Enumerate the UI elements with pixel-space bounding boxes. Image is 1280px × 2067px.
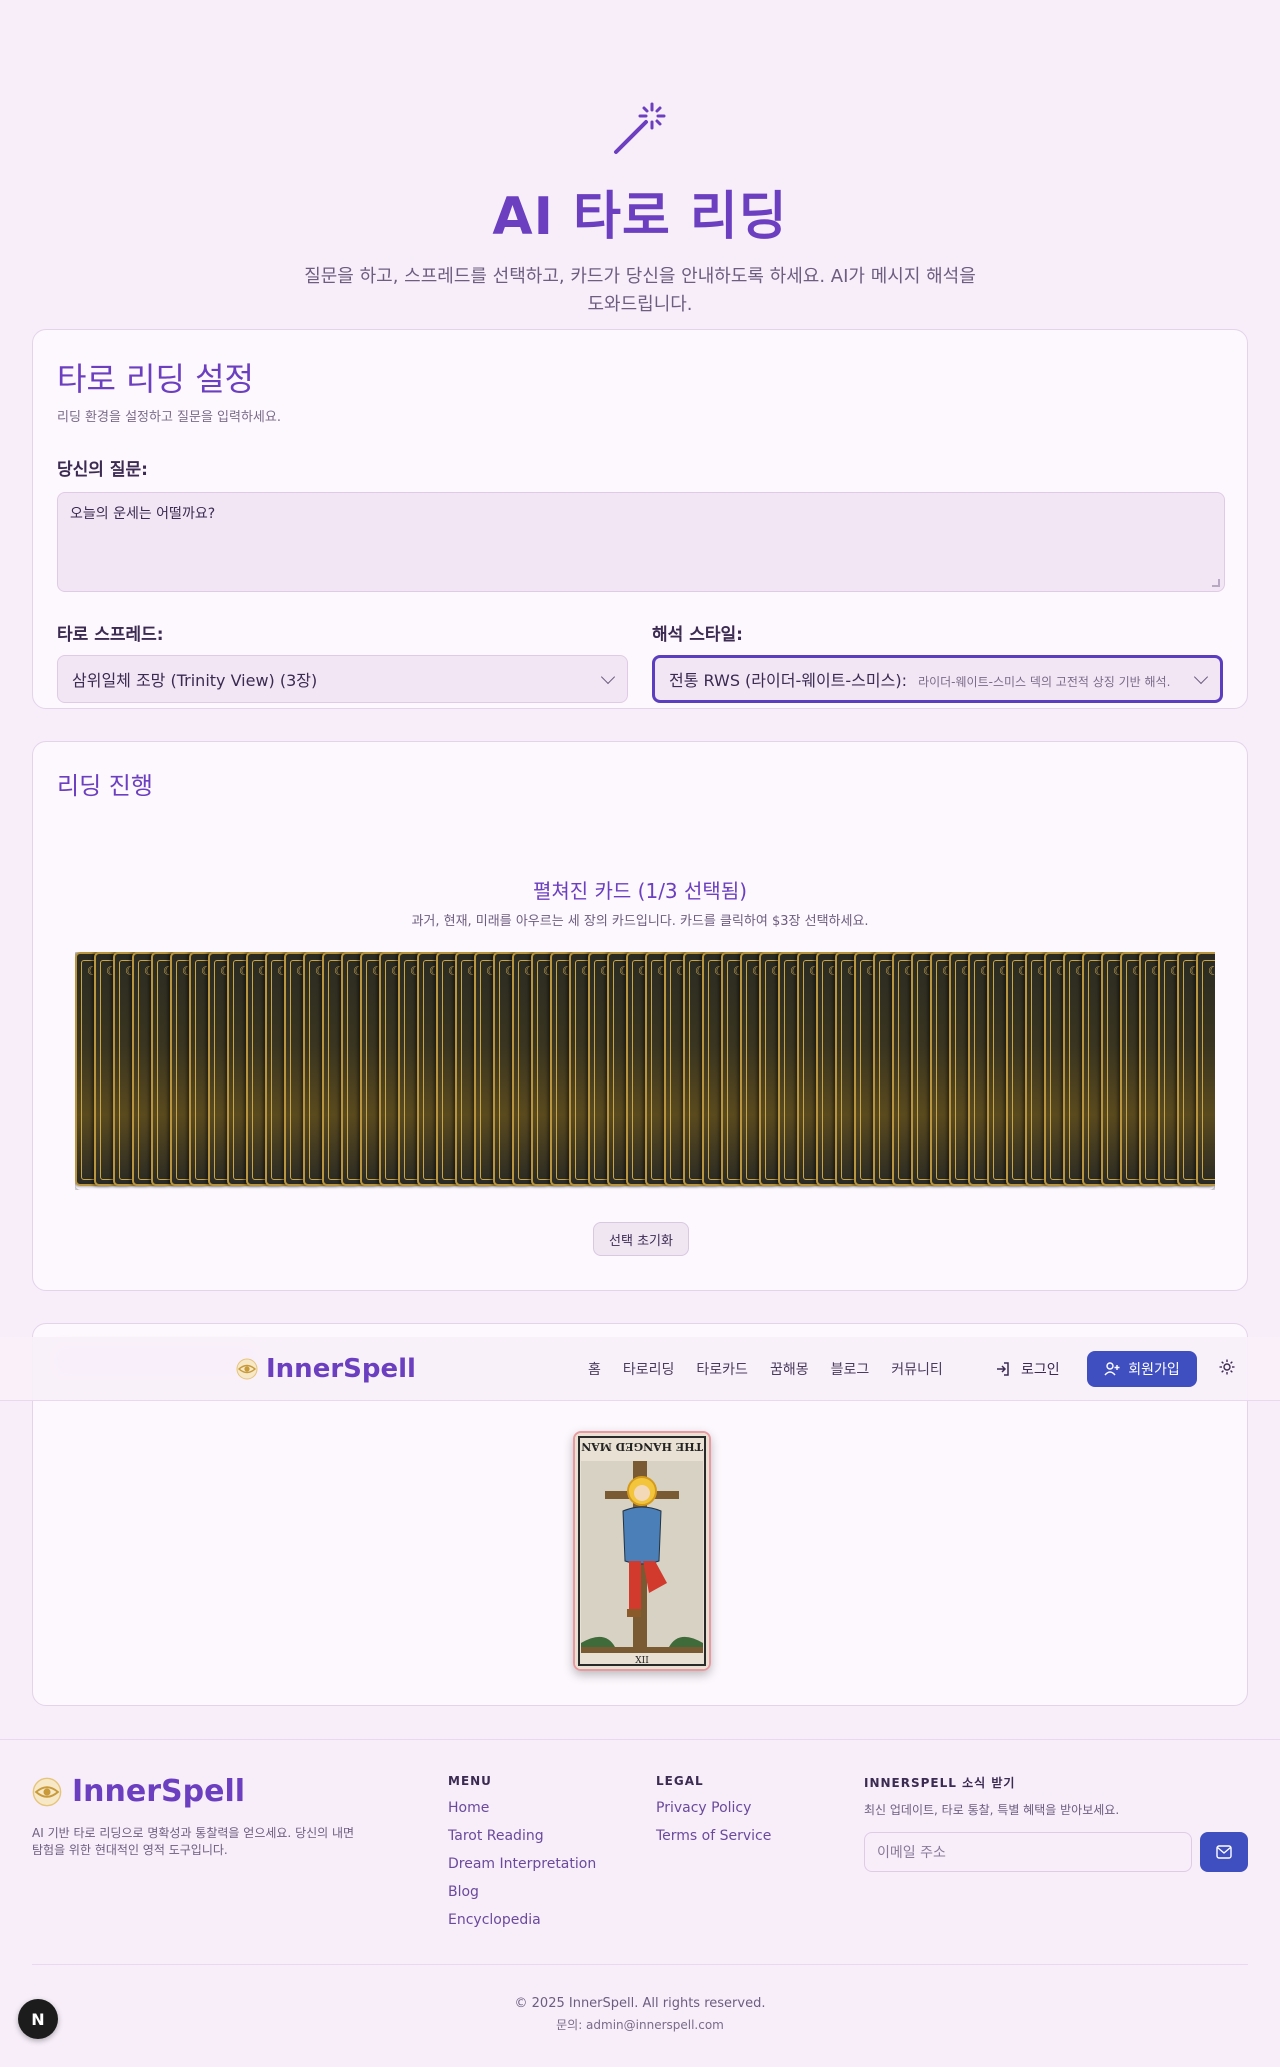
theme-toggle[interactable] [1219,1359,1235,1379]
footer-link-terms[interactable]: Terms of Service [656,1828,771,1844]
card-deck[interactable] [75,952,1215,1190]
footer-link-home[interactable]: Home [448,1800,596,1816]
footer-link-privacy[interactable]: Privacy Policy [656,1800,771,1816]
newsletter-submit-button[interactable] [1200,1832,1248,1872]
reset-selection-button[interactable]: 선택 초기화 [593,1222,689,1256]
spread-select[interactable]: 삼위일체 조망 (Trinity View) (3장) [57,655,628,703]
eye-logo-icon [236,1358,258,1379]
resize-handle-icon[interactable] [1212,579,1220,587]
user-plus-icon [1104,1361,1120,1375]
nav-link-dream[interactable]: 꿈해몽 [770,1359,809,1379]
footer-link-blog[interactable]: Blog [448,1884,596,1900]
chevron-down-icon [1193,669,1209,685]
style-select-subtext: 라이더-웨이트-스미스 덱의 고전적 상징 기반 해석. [918,675,1171,689]
nextjs-dev-badge[interactable]: N [18,1999,58,2039]
brand-name: InnerSpell [266,1353,416,1384]
page-title: AI 타로 리딩 [492,187,788,247]
footer-brand[interactable]: InnerSpell [32,1774,245,1809]
email-placeholder: 이메일 주소 [877,1845,946,1861]
login-icon [997,1361,1009,1376]
contact-email: 문의: admin@innerspell.com [556,2018,724,2032]
nav-link-blog[interactable]: 블로그 [831,1359,870,1379]
nav-link-home[interactable]: 홈 [588,1359,601,1379]
card-numeral: XII [635,1656,649,1666]
deck-card[interactable] [1196,952,1215,1186]
newsletter-email-input[interactable]: 이메일 주소 [864,1832,1192,1872]
copyright: © 2025 InnerSpell. All rights reserved. [514,1996,766,2011]
setup-description: 리딩 환경을 설정하고 질문을 입력하세요. [57,410,281,425]
style-label: 해석 스타일: [652,625,743,645]
login-label: 로그인 [1021,1361,1060,1378]
footer-newsletter: INNERSPELL 소식 받기 최신 업데이트, 타로 통찰, 특별 혜택을 … [864,1774,1119,1818]
style-select-value: 전통 RWS (라이더-웨이트-스미스): [669,671,907,690]
page-subtitle: 질문을 하고, 스프레드를 선택하고, 카드가 당신을 안내하도록 하세요. A… [304,266,976,315]
chevron-down-icon [600,669,616,685]
spread-select-value: 삼위일체 조망 (Trinity View) (3장) [72,671,318,690]
sun-icon [1219,1359,1235,1374]
footer-link-tarot-reading[interactable]: Tarot Reading [448,1828,596,1844]
signup-button[interactable]: 회원가입 [1087,1350,1197,1387]
progress-title: 리딩 진행 [57,772,153,800]
mail-icon [1216,1845,1232,1859]
spread-status-title: 펼쳐진 카드 (1/3 선택됨) [532,879,748,903]
magic-wand-icon [614,102,666,154]
question-label: 당신의 질문: [57,460,148,480]
footer-legal-title: LEGAL [656,1774,704,1788]
footer-menu: MENU Home Tarot Reading Dream Interpreta… [448,1774,596,1928]
footer: InnerSpell AI 기반 타로 리딩으로 명확성과 통찰력을 얻으세요.… [0,1739,1280,2067]
nav-link-community[interactable]: 커뮤니티 [891,1359,943,1379]
question-value: 오늘의 운세는 어떨까요? [70,506,216,522]
question-textarea[interactable]: 오늘의 운세는 어떨까요? [57,492,1225,592]
reading-setup-card: 타로 리딩 설정 리딩 환경을 설정하고 질문을 입력하세요. 당신의 질문: … [32,329,1248,709]
nav-links: 홈 타로리딩 타로카드 꿈해몽 블로그 커뮤니티 [588,1359,943,1379]
newsletter-title: INNERSPELL 소식 받기 [864,1776,1016,1790]
footer-menu-title: MENU [448,1774,492,1788]
hero: AI 타로 리딩 질문을 하고, 스프레드를 선택하고, 카드가 당신을 안내하… [0,0,1280,319]
footer-tagline: AI 기반 타로 리딩으로 명확성과 통찰력을 얻으세요. 당신의 내면 탐험을… [32,1826,355,1857]
footer-legal: LEGAL Privacy Policy Terms of Service [656,1774,771,1844]
nav-link-tarot-reading[interactable]: 타로리딩 [623,1359,675,1379]
signup-label: 회원가입 [1128,1361,1180,1378]
reading-progress-card: 리딩 진행 펼쳐진 카드 (1/3 선택됨) 과거, 현재, 미래를 아우르는 … [32,741,1248,1291]
top-navbar: InnerSpell 홈 타로리딩 타로카드 꿈해몽 블로그 커뮤니티 로그인 … [0,1337,1280,1401]
style-select[interactable]: 전통 RWS (라이더-웨이트-스미스): 라이더-웨이트-스미스 덱의 고전적… [652,655,1223,703]
setup-title: 타로 리딩 설정 [57,360,254,398]
footer-link-encyclopedia[interactable]: Encyclopedia [448,1912,596,1928]
spread-label: 타로 스프레드: [57,625,164,645]
footer-divider [32,1964,1248,1965]
brand-logo[interactable]: InnerSpell [236,1354,416,1384]
spread-status-desc: 과거, 현재, 미래를 아우르는 세 장의 카드입니다. 카드를 클릭하여 $3… [411,914,869,929]
hanged-man-card-art: THE HANGED MAN XII [575,1433,709,1669]
newsletter-desc: 최신 업데이트, 타로 통찰, 특별 혜택을 받아보세요. [864,1803,1120,1817]
eye-logo-icon [32,1777,62,1806]
footer-link-dream[interactable]: Dream Interpretation [448,1856,596,1872]
selected-card-hanged-man[interactable]: THE HANGED MAN XII [573,1431,711,1671]
login-button[interactable]: 로그인 [995,1359,1060,1379]
card-name: THE HANGED MAN [581,1440,703,1453]
footer-brand-name: InnerSpell [72,1774,246,1809]
nav-link-tarot-cards[interactable]: 타로카드 [696,1359,748,1379]
